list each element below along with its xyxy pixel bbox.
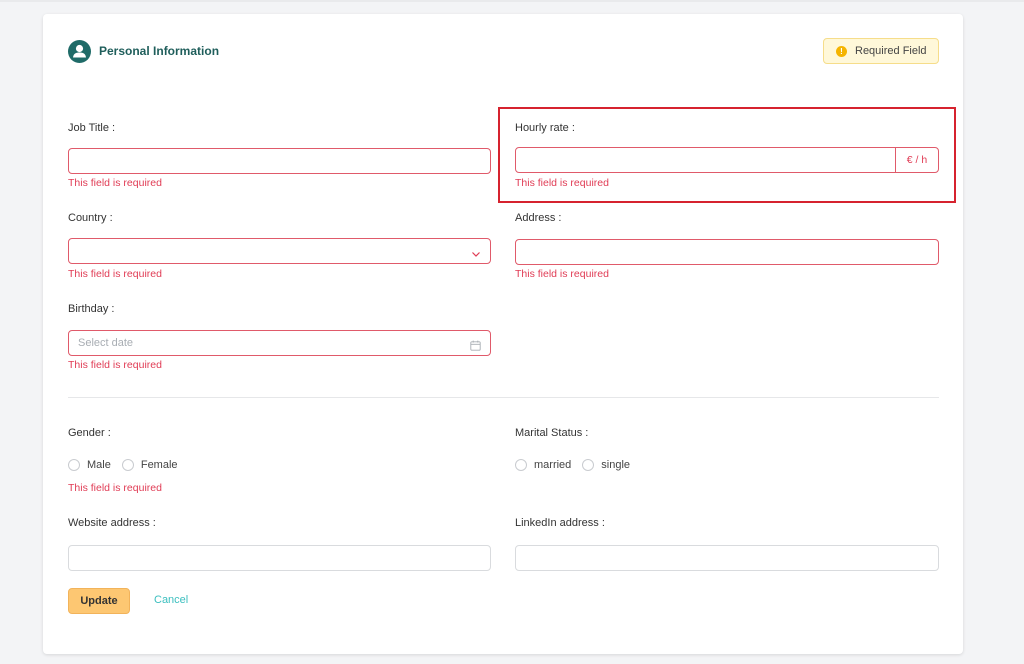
website-address-label: Website address : <box>68 517 156 529</box>
user-circle-icon <box>68 40 91 63</box>
website-address-input[interactable] <box>68 545 491 571</box>
gender-female-radio[interactable] <box>121 459 134 471</box>
birthday-placeholder: Select date <box>78 337 134 349</box>
cancel-button[interactable]: Cancel <box>154 594 188 606</box>
hourly-rate-suffix: € / h <box>895 148 938 172</box>
hourly-rate-input[interactable]: € / h <box>515 147 939 173</box>
single-radio[interactable] <box>582 459 595 471</box>
birthday-error: This field is required <box>68 359 162 371</box>
gender-male-label[interactable]: Male <box>87 459 111 471</box>
married-label[interactable]: married <box>534 459 571 471</box>
address-error: This field is required <box>515 268 609 280</box>
required-field-badge: ! Required Field <box>823 38 939 64</box>
country-label: Country : <box>68 212 113 224</box>
marital-status-label: Marital Status : <box>515 427 589 439</box>
marital-status-radio-group: married single <box>515 459 641 471</box>
gender-radio-group: Male Female <box>68 459 189 471</box>
update-button[interactable]: Update <box>68 588 130 614</box>
birthday-datepicker[interactable]: Select date <box>68 330 491 356</box>
calendar-icon <box>470 338 481 356</box>
married-radio[interactable] <box>515 459 527 471</box>
address-label: Address : <box>515 212 562 224</box>
page-title: Personal Information <box>99 44 220 58</box>
personal-info-card: Personal Information ! Required Field Jo… <box>43 14 963 654</box>
gender-male-radio[interactable] <box>68 459 80 471</box>
top-bar <box>0 0 1024 2</box>
required-field-text: Required Field <box>855 45 927 57</box>
chevron-down-icon <box>471 246 481 264</box>
linkedin-address-input[interactable] <box>515 545 939 571</box>
gender-female-label[interactable]: Female <box>141 459 178 471</box>
single-label[interactable]: single <box>601 459 630 471</box>
linkedin-address-label: LinkedIn address : <box>515 517 605 529</box>
job-title-input[interactable] <box>68 148 491 174</box>
country-select[interactable] <box>68 238 491 264</box>
hourly-rate-error: This field is required <box>515 177 609 189</box>
job-title-label: Job Title : <box>68 122 116 134</box>
gender-label: Gender : <box>68 427 111 439</box>
hourly-rate-label: Hourly rate : <box>515 122 575 134</box>
country-error: This field is required <box>68 268 162 280</box>
gender-error: This field is required <box>68 482 162 494</box>
info-icon: ! <box>836 45 847 57</box>
section-divider <box>68 397 939 398</box>
address-input[interactable] <box>515 239 939 265</box>
job-title-error: This field is required <box>68 177 162 189</box>
birthday-label: Birthday : <box>68 303 115 315</box>
